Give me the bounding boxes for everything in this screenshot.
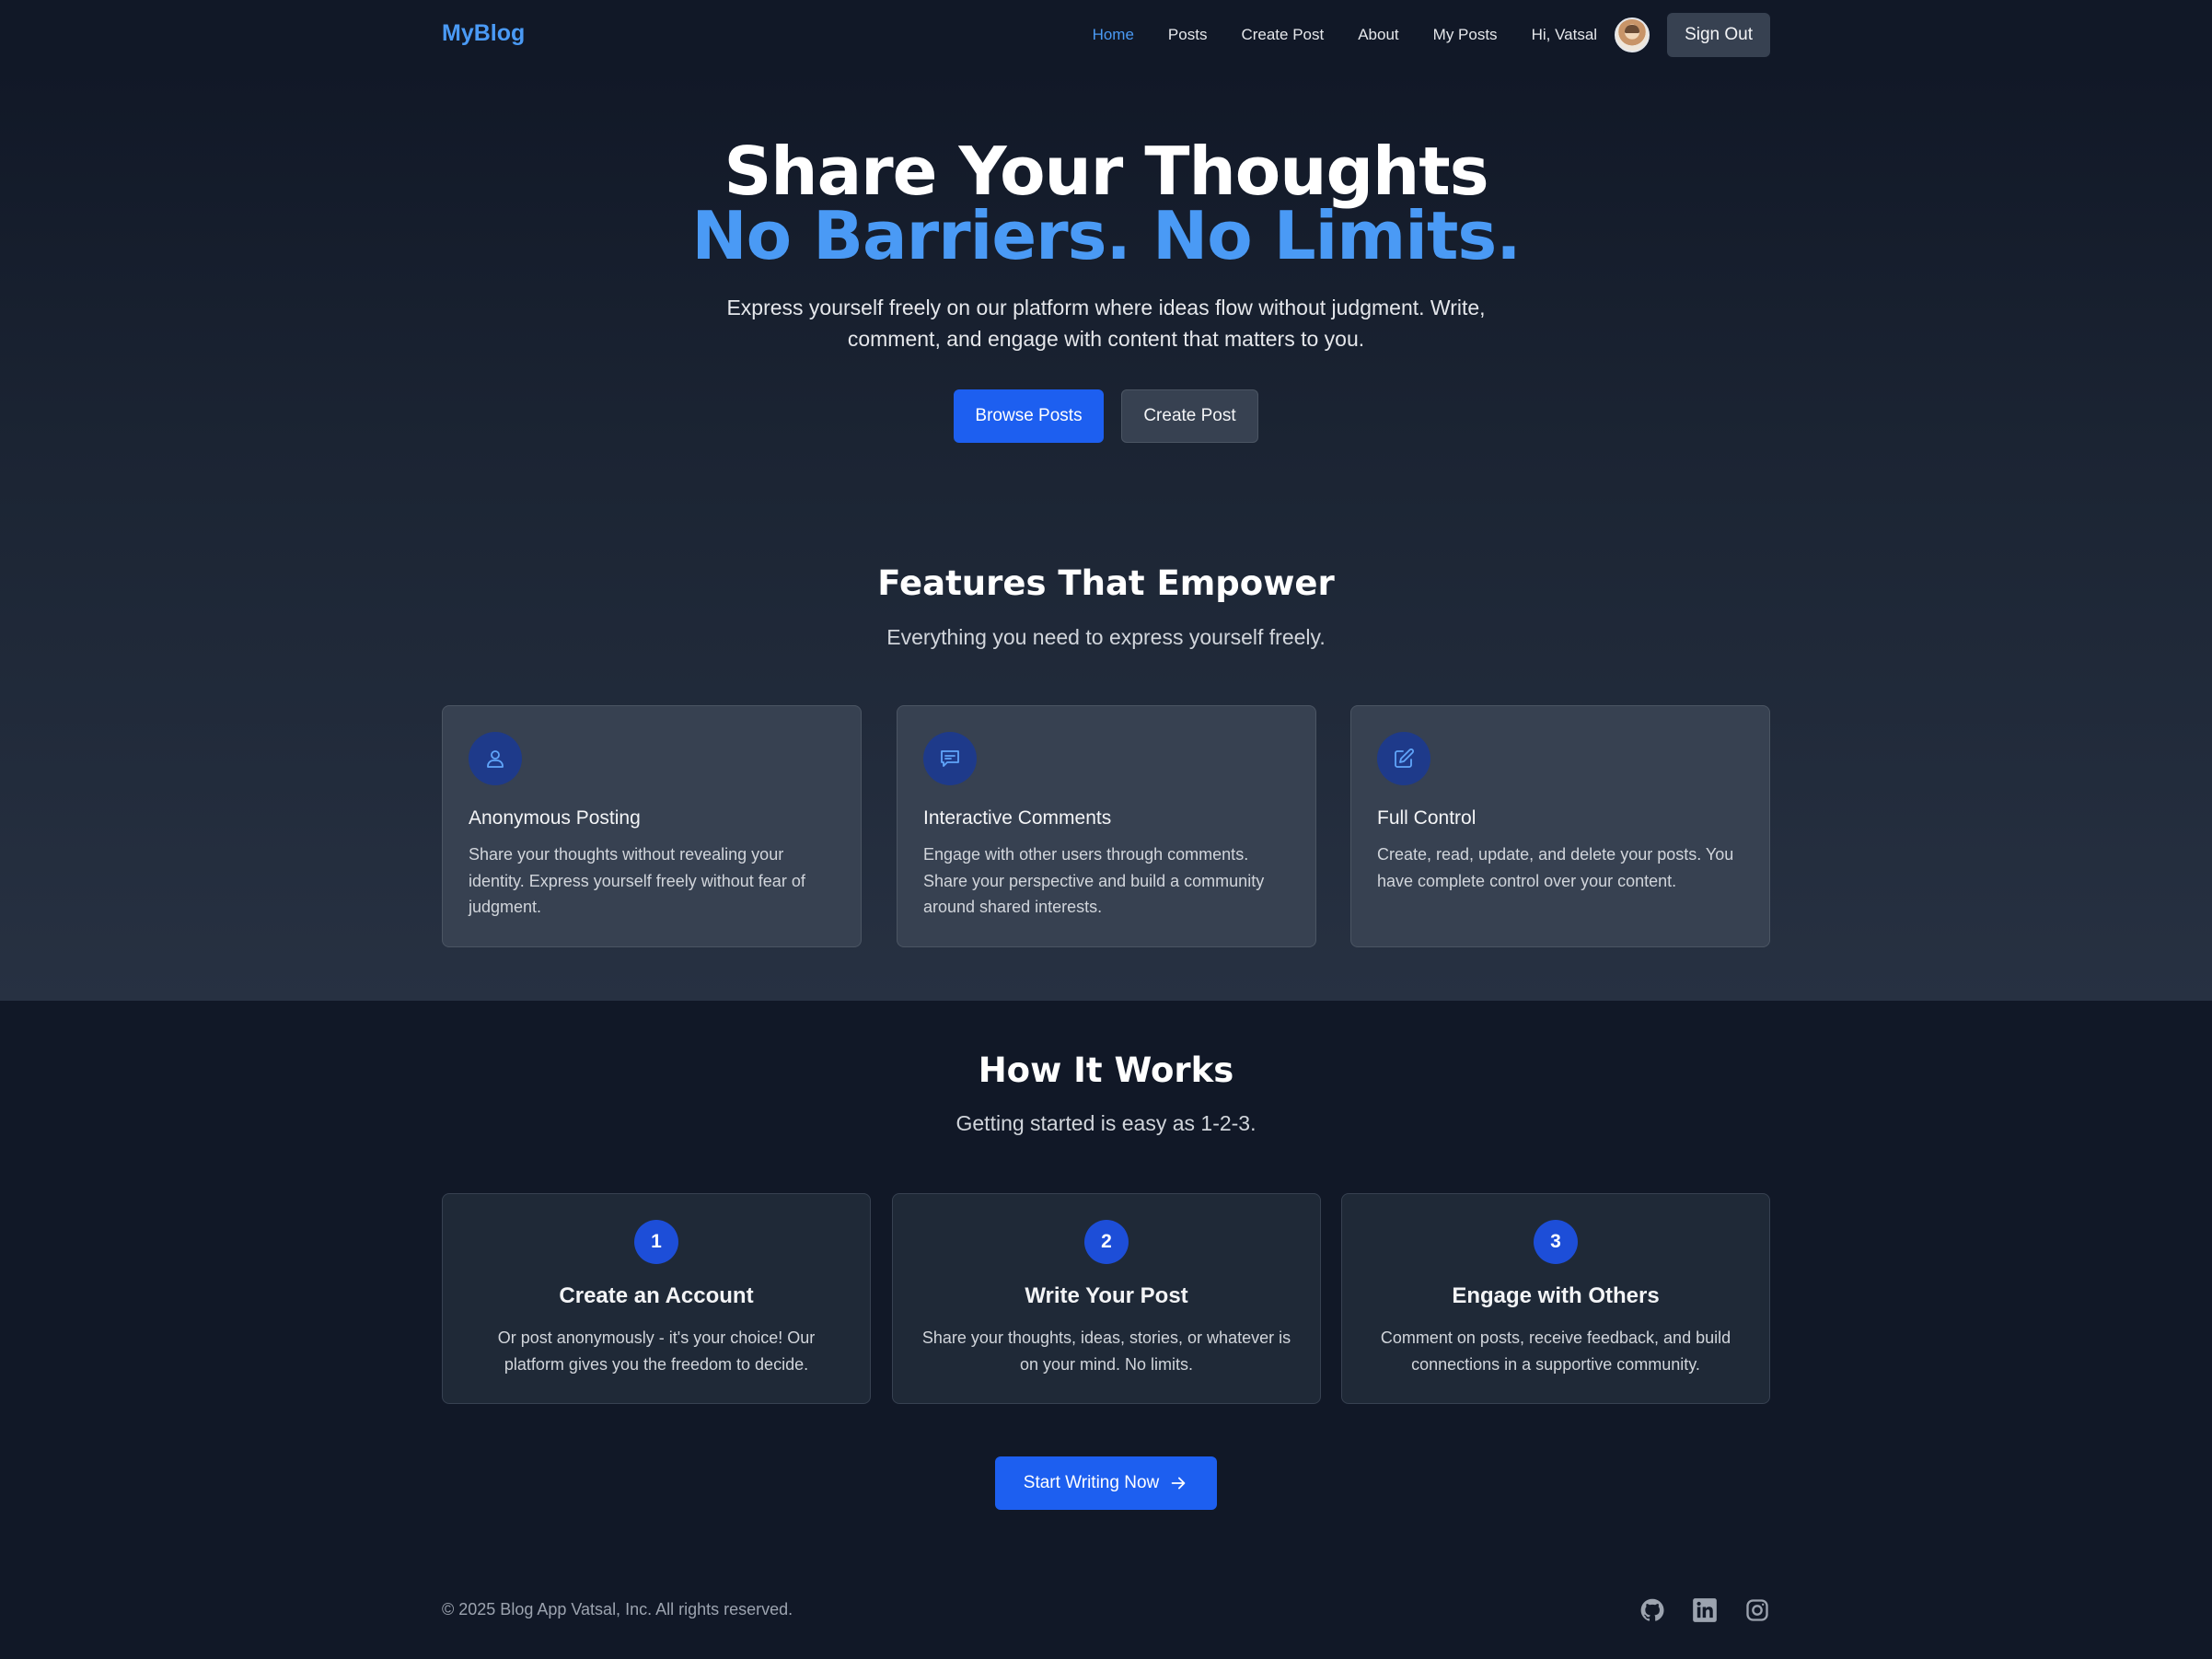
copyright-text: © 2025 Blog App Vatsal, Inc. All rights … bbox=[442, 1600, 793, 1618]
feature-description: Engage with other users through comments… bbox=[923, 845, 1265, 916]
feature-card-anonymous: Anonymous Posting Share your thoughts wi… bbox=[442, 705, 862, 947]
avatar[interactable] bbox=[1615, 17, 1650, 52]
how-title: How It Works bbox=[978, 1050, 1234, 1090]
linkedin-icon[interactable] bbox=[1692, 1597, 1718, 1623]
step-description: Share your thoughts, ideas, stories, or … bbox=[921, 1328, 1291, 1374]
how-it-works-section: How It Works Getting started is easy as … bbox=[0, 1001, 2212, 1659]
github-icon[interactable] bbox=[1639, 1597, 1665, 1623]
features-title: Features That Empower bbox=[877, 563, 1335, 603]
edit-icon bbox=[1377, 732, 1430, 785]
feature-title: Interactive Comments bbox=[923, 807, 1112, 829]
feature-title: Full Control bbox=[1377, 807, 1477, 829]
brand-logo[interactable]: MyBlog bbox=[442, 20, 525, 47]
step-title: Engage with Others bbox=[1452, 1283, 1660, 1308]
nav-link-posts[interactable]: Posts bbox=[1168, 26, 1208, 44]
nav-link-my-posts[interactable]: My Posts bbox=[1433, 26, 1498, 44]
feature-card-comments: Interactive Comments Engage with other u… bbox=[897, 705, 1316, 947]
chat-icon bbox=[923, 732, 977, 785]
step-number: 2 bbox=[1084, 1220, 1129, 1264]
step-title: Create an Account bbox=[559, 1283, 754, 1308]
hero-tagline: No Barriers. No Limits. bbox=[691, 197, 1521, 274]
step-card-2: 2 Write Your Post Share your thoughts, i… bbox=[892, 1193, 1321, 1404]
create-post-button[interactable]: Create Post bbox=[1121, 389, 1258, 443]
hero-subtitle: Express yourself freely on our platform … bbox=[726, 296, 1486, 351]
arrow-right-icon bbox=[1171, 1477, 1186, 1490]
user-greeting: Hi, Vatsal bbox=[1531, 26, 1598, 43]
step-number: 3 bbox=[1534, 1220, 1578, 1264]
step-title: Write Your Post bbox=[1025, 1283, 1188, 1308]
how-subtitle: Getting started is easy as 1-2-3. bbox=[955, 1111, 1257, 1135]
top-navbar: MyBlog Home Posts Create Post About My P… bbox=[0, 0, 2212, 70]
features-subtitle: Everything you need to express yourself … bbox=[886, 625, 1326, 649]
step-card-1: 1 Create an Account Or post anonymously … bbox=[442, 1193, 871, 1404]
nav-link-about[interactable]: About bbox=[1358, 26, 1398, 44]
browse-posts-button[interactable]: Browse Posts bbox=[954, 389, 1104, 443]
hero-section: Share Your Thoughts No Barriers. No Limi… bbox=[0, 70, 2212, 1001]
feature-card-full-control: Full Control Create, read, update, and d… bbox=[1350, 705, 1770, 947]
step-description: Comment on posts, receive feedback, and … bbox=[1380, 1328, 1731, 1374]
step-description: Or post anonymously - it's your choice! … bbox=[497, 1328, 816, 1374]
feature-description: Create, read, update, and delete your po… bbox=[1377, 845, 1734, 890]
nav-links: Home Posts Create Post About My Posts Hi… bbox=[1059, 13, 1770, 57]
feature-title: Anonymous Posting bbox=[469, 807, 641, 829]
nav-link-home[interactable]: Home bbox=[1093, 26, 1134, 44]
step-card-3: 3 Engage with Others Comment on posts, r… bbox=[1341, 1193, 1770, 1404]
sign-out-button[interactable]: Sign Out bbox=[1667, 13, 1770, 57]
nav-link-create-post[interactable]: Create Post bbox=[1241, 26, 1324, 44]
feature-description: Share your thoughts without revealing yo… bbox=[469, 845, 805, 916]
instagram-icon[interactable] bbox=[1744, 1597, 1770, 1623]
step-number: 1 bbox=[634, 1220, 678, 1264]
start-writing-button[interactable]: Start Writing Now bbox=[995, 1456, 1217, 1510]
user-icon bbox=[469, 732, 522, 785]
start-writing-label: Start Writing Now bbox=[1023, 1473, 1160, 1492]
hero-title: Share Your Thoughts bbox=[724, 133, 1488, 210]
